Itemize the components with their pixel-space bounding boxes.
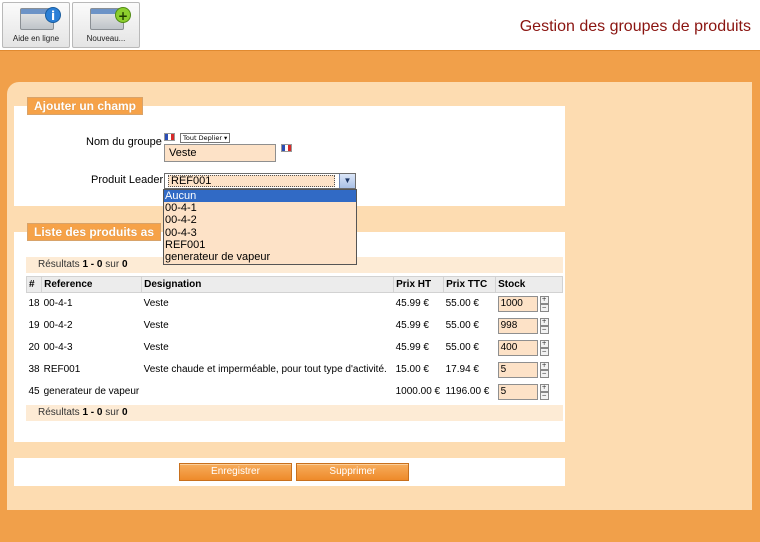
- dropdown-option[interactable]: 00-4-2: [164, 214, 356, 226]
- footer-band: [0, 510, 760, 542]
- table-row: 38 REF001 Veste chaude et imperméable, p…: [26, 358, 563, 381]
- cell-prix-ht: 45.99 €: [393, 314, 444, 337]
- group-name-label: Nom du groupe: [86, 136, 162, 148]
- cell-prix-ttc: 55.00 €: [443, 314, 496, 337]
- page-title: Gestion des groupes de produits: [519, 18, 751, 35]
- plus-icon[interactable]: +: [539, 339, 549, 348]
- stock-input[interactable]: 1000: [497, 295, 538, 312]
- cell-prix-ht: 1000.00 €: [393, 380, 444, 403]
- stock-stepper[interactable]: + −: [539, 339, 549, 356]
- stock-stepper[interactable]: + −: [539, 317, 549, 334]
- plus-icon[interactable]: +: [539, 383, 549, 392]
- leader-select[interactable]: REF001 ▼: [164, 173, 356, 189]
- cell-id: 20: [26, 336, 42, 359]
- cell-prix-ttc: 55.00 €: [443, 336, 496, 359]
- col-designation: Designation: [141, 276, 395, 293]
- plus-icon[interactable]: +: [539, 317, 549, 326]
- stock-stepper[interactable]: + −: [539, 361, 549, 378]
- dropdown-option[interactable]: 00-4-1: [164, 202, 356, 214]
- cell-designation: Veste: [141, 314, 394, 337]
- cell-designation: [141, 380, 394, 403]
- plus-icon[interactable]: +: [539, 361, 549, 370]
- stock-stepper[interactable]: + −: [539, 295, 549, 312]
- col-reference: Reference: [41, 276, 143, 293]
- table-row: 19 00-4-2 Veste 45.99 € 55.00 € 998 + −: [26, 314, 563, 337]
- col-id: #: [25, 276, 43, 293]
- results-summary-bottom: Résultats 1 - 0 sur 0: [26, 405, 563, 421]
- cell-id: 18: [26, 292, 42, 315]
- save-button[interactable]: Enregistrer: [179, 463, 292, 481]
- right-strip: [752, 82, 760, 510]
- new-button[interactable]: + Nouveau...: [72, 2, 140, 48]
- table-row: 20 00-4-3 Veste 45.99 € 55.00 € 400 + −: [26, 336, 563, 359]
- cell-id: 19: [26, 314, 42, 337]
- cell-prix-ht: 45.99 €: [393, 292, 444, 315]
- cell-ref: 00-4-3: [41, 336, 142, 359]
- leader-dropdown-list[interactable]: Aucun 00-4-1 00-4-2 00-4-3 REF001 genera…: [163, 189, 357, 265]
- dropdown-option[interactable]: Aucun: [164, 190, 356, 203]
- cell-ref: 00-4-2: [41, 314, 142, 337]
- cell-prix-ht: 45.99 €: [393, 336, 444, 359]
- stock-stepper[interactable]: + −: [539, 383, 549, 400]
- stock-input[interactable]: 998: [497, 317, 538, 334]
- cell-designation: Veste: [141, 292, 394, 315]
- leader-label: Produit Leader: [91, 174, 164, 186]
- add-field-legend: Ajouter un champ: [27, 97, 144, 115]
- cell-prix-ttc: 55.00 €: [443, 292, 496, 315]
- french-flag-icon: [281, 144, 292, 152]
- cell-id: 38: [26, 358, 42, 381]
- minus-icon[interactable]: −: [539, 325, 549, 334]
- dropdown-option[interactable]: 00-4-3: [164, 227, 356, 239]
- cell-designation: Veste: [141, 336, 394, 359]
- table-header: # Reference Designation Prix HT Prix TTC…: [25, 276, 563, 293]
- table-row: 18 00-4-1 Veste 45.99 € 55.00 € 1000 + −: [26, 292, 563, 315]
- dropdown-option[interactable]: generateur de vapeur: [164, 251, 356, 263]
- stock-input[interactable]: 5: [497, 361, 538, 378]
- language-select[interactable]: Tout Deplier ▾: [180, 133, 231, 143]
- cell-prix-ht: 15.00 €: [393, 358, 444, 381]
- new-button-label: Nouveau...: [86, 34, 126, 43]
- table-row: 45 generateur de vapeur 1000.00 € 1196.0…: [26, 380, 563, 403]
- plus-icon[interactable]: +: [539, 295, 549, 304]
- french-flag-icon: [164, 133, 175, 141]
- cell-designation: Veste chaude et imperméable, pour tout t…: [141, 358, 394, 381]
- minus-icon[interactable]: −: [539, 347, 549, 356]
- add-icon: +: [90, 7, 131, 30]
- top-toolbar: i Aide en ligne + Nouveau... Gestion des…: [0, 0, 760, 51]
- group-name-input[interactable]: Veste: [164, 144, 276, 162]
- minus-icon[interactable]: −: [539, 303, 549, 312]
- stock-input[interactable]: 400: [497, 339, 538, 356]
- chevron-down-icon[interactable]: ▼: [339, 174, 355, 188]
- cell-id: 45: [26, 380, 42, 403]
- minus-icon[interactable]: −: [539, 369, 549, 378]
- cell-ref: 00-4-1: [41, 292, 142, 315]
- help-button[interactable]: i Aide en ligne: [2, 2, 70, 48]
- cell-ref: generateur de vapeur: [41, 380, 142, 403]
- delete-button[interactable]: Supprimer: [296, 463, 409, 481]
- header-band: [0, 52, 760, 82]
- stock-input[interactable]: 5: [497, 383, 538, 400]
- minus-icon[interactable]: −: [539, 391, 549, 400]
- col-prix-ttc: Prix TTC: [443, 276, 497, 293]
- help-button-label: Aide en ligne: [12, 34, 60, 43]
- cell-prix-ttc: 17.94 €: [443, 358, 496, 381]
- info-icon: i: [20, 7, 61, 30]
- product-table: # Reference Designation Prix HT Prix TTC…: [25, 276, 563, 403]
- leader-select-value: REF001: [168, 175, 335, 187]
- col-prix-ht: Prix HT: [393, 276, 445, 293]
- cell-prix-ttc: 1196.00 €: [443, 380, 496, 403]
- dropdown-option[interactable]: REF001: [164, 239, 356, 251]
- col-stock: Stock: [495, 276, 563, 293]
- product-list-legend: Liste des produits as: [27, 223, 162, 241]
- cell-ref: REF001: [41, 358, 142, 381]
